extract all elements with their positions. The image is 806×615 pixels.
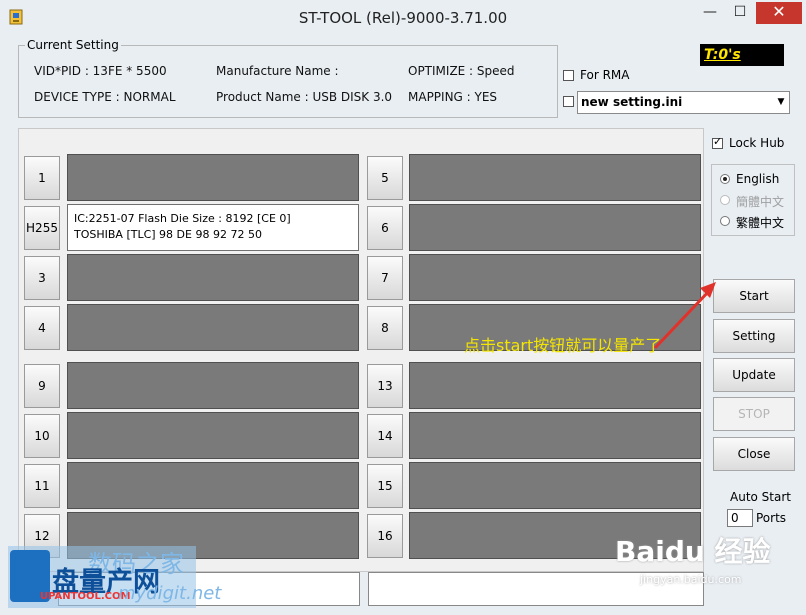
start-button[interactable]: Start [713,279,795,313]
mapping-text: MAPPING : YES [408,90,498,104]
port-button[interactable]: 9 [24,364,60,408]
port-button[interactable]: 8 [367,306,403,350]
port-status-panel [67,412,359,459]
port-status-panel [67,304,359,351]
setting-file-checkbox[interactable] [563,96,574,107]
port-status-panel [409,412,701,459]
port-info-line: IC:2251-07 Flash Die Size : 8192 [CE 0] [74,212,291,225]
auto-start-input[interactable]: 0 [727,509,753,527]
for-rma-checkbox[interactable] [563,70,574,81]
port-status-panel [409,462,701,509]
setting-file-select[interactable]: new setting.ini ▼ [577,91,790,114]
port-flash-line: TOSHIBA [TLC] 98 DE 98 92 72 50 [74,228,262,241]
current-setting-legend: Current Setting [27,38,119,52]
title-bar[interactable]: ST-TOOL (Rel)-9000-3.71.00 — ☐ ✕ [0,0,806,34]
port-status-panel [67,462,359,509]
port-status-panel [67,362,359,409]
setting-file-value: new setting.ini [581,95,683,109]
auto-start-unit: Ports [756,511,787,525]
port-status-panel [67,154,359,201]
port-button[interactable]: 3 [24,256,60,300]
stop-button[interactable]: STOP [713,397,795,431]
auto-start-label: Auto Start [730,490,791,504]
port-status-panel [67,254,359,301]
current-setting-group: Current Setting [18,38,558,118]
close-button[interactable]: Close [713,437,795,471]
port-button[interactable]: 11 [24,464,60,508]
for-rma-label: For RMA [580,68,630,82]
port-status-panel [409,154,701,201]
watermark-baidu: Baidu 经验 [615,535,771,568]
port-button[interactable]: 13 [367,364,403,408]
port-button[interactable]: 16 [367,514,403,558]
port-button[interactable]: 10 [24,414,60,458]
port-button[interactable]: H255 [24,206,60,250]
update-button[interactable]: Update [713,358,795,392]
port-button[interactable]: 1 [24,156,60,200]
watermark-mydigit-url: mydigit.net [118,583,222,604]
manufacture-name-text: Manufacture Name : [216,64,339,78]
port-status-panel: IC:2251-07 Flash Die Size : 8192 [CE 0] T… [67,204,359,251]
product-name-text: Product Name : USB DISK 3.0 [216,90,393,104]
language-radio-simplified[interactable] [720,195,730,205]
watermark-baidu-url: jingyan.baidu.com [640,573,742,586]
window-title: ST-TOOL (Rel)-9000-3.71.00 [298,9,508,27]
optimize-text: OPTIMIZE : Speed [408,64,515,78]
setting-button[interactable]: Setting [713,319,795,353]
lock-hub-label: Lock Hub [729,136,785,150]
language-label-traditional: 繁體中文 [736,216,785,230]
minimize-button[interactable]: — [696,2,724,24]
lock-hub-checkbox[interactable] [712,135,723,149]
maximize-button[interactable]: ☐ [726,2,754,24]
chevron-down-icon[interactable]: ▼ [773,92,789,113]
port-button[interactable]: 7 [367,256,403,300]
vid-pid-text: VID*PID : 13FE * 5500 [34,64,167,78]
language-label-english: English [736,172,780,186]
port-button[interactable]: 4 [24,306,60,350]
port-button[interactable]: 14 [367,414,403,458]
port-button[interactable]: 5 [367,156,403,200]
watermark-upantool-url: UPANTOOL.COM [40,591,131,602]
port-button[interactable]: 6 [367,206,403,250]
port-status-panel [409,362,701,409]
language-label-simplified: 簡體中文 [736,195,785,209]
window-close-button[interactable]: ✕ [756,2,802,24]
annotation-text: 点击start按钮就可以量产了 [464,336,662,355]
language-radio-traditional[interactable] [720,216,730,226]
language-radio-english[interactable] [720,174,730,184]
port-button[interactable]: 15 [367,464,403,508]
device-type-text: DEVICE TYPE : NORMAL [34,90,176,104]
timer-display: T:0's [700,44,784,66]
